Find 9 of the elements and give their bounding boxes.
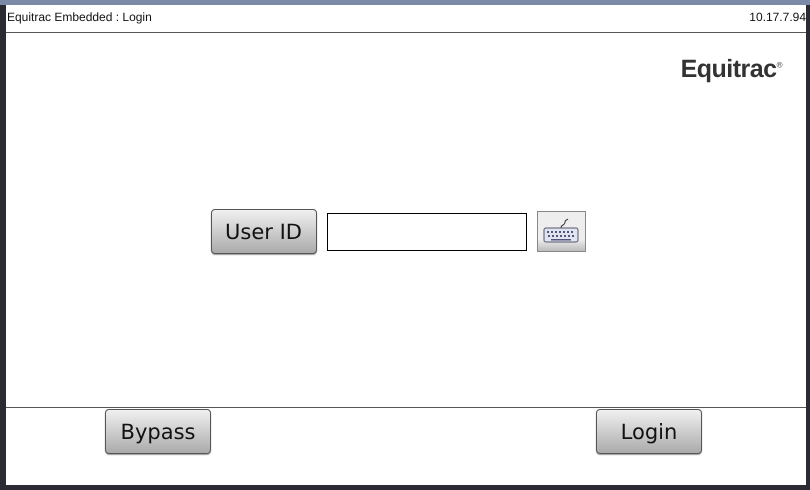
keyboard-button[interactable] [536, 211, 586, 252]
logo: Equitrac$^{®}$ [680, 55, 782, 84]
user-id-field[interactable] [326, 212, 526, 250]
user-id-button[interactable]: User ID [210, 209, 316, 254]
ip-address: 10.17.7.94 [749, 10, 806, 24]
window-title: Equitrac Embedded : Login [6, 10, 152, 24]
keyboard-icon [541, 218, 581, 246]
footer-button[interactable]: Login [596, 409, 702, 454]
footer-button[interactable]: Bypass [105, 409, 211, 454]
